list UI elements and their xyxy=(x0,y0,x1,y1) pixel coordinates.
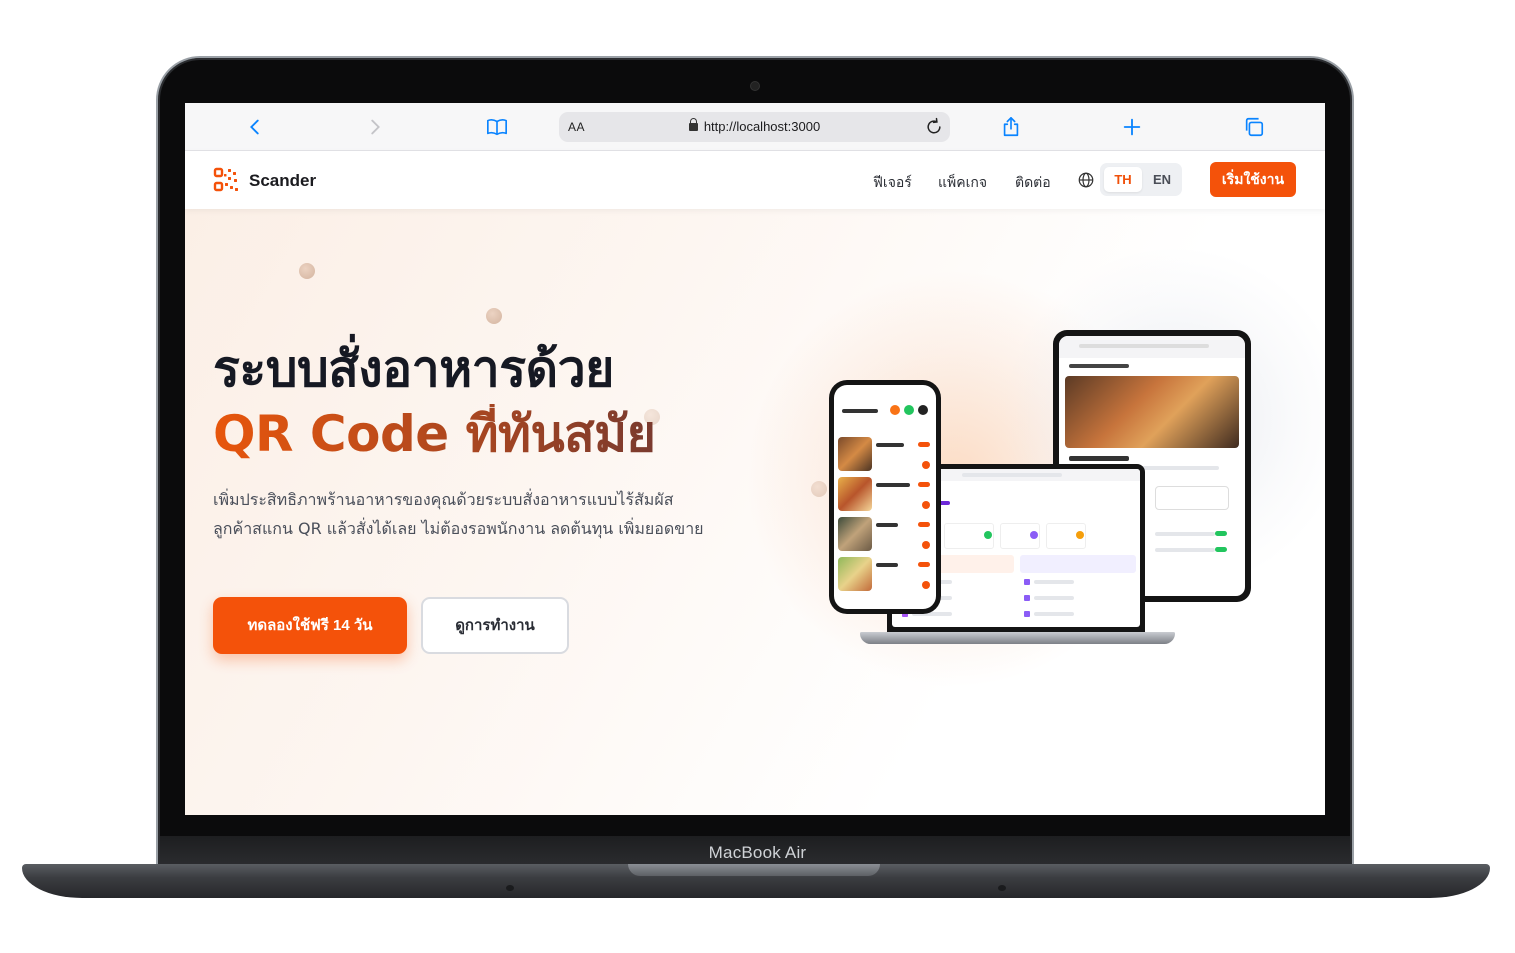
camera-icon xyxy=(751,82,759,90)
globe-icon xyxy=(1078,172,1094,188)
hero-title-line2: QR Code ที่ทันสมัย xyxy=(213,405,656,463)
get-started-button[interactable]: เริ่มใช้งาน xyxy=(1210,162,1296,197)
lang-en-button[interactable]: EN xyxy=(1146,167,1178,192)
new-tab-icon[interactable] xyxy=(1120,115,1144,139)
back-icon[interactable] xyxy=(243,115,267,139)
laptop-notch xyxy=(628,864,880,876)
bookmarks-icon[interactable] xyxy=(485,115,509,139)
free-trial-button[interactable]: ทดลองใช้ฟรี 14 วัน xyxy=(213,597,407,654)
decor-dot xyxy=(299,263,315,279)
nav-link-contact[interactable]: ติดต่อ xyxy=(1015,172,1051,194)
lang-th-button[interactable]: TH xyxy=(1104,167,1142,192)
url-text: http://localhost:3000 xyxy=(703,119,821,134)
nav-link-features[interactable]: ฟีเจอร์ xyxy=(873,172,912,194)
language-switcher: TH EN xyxy=(1100,163,1182,196)
address-bar[interactable]: AA http://localhost:3000 xyxy=(559,112,950,142)
devices-mockup-image xyxy=(825,324,1255,654)
site-header: Scander ฟีเจอร์ แพ็คเกจ ติดต่อ TH EN เริ… xyxy=(185,151,1325,209)
tabs-overview-icon[interactable] xyxy=(1242,115,1266,139)
laptop-mockup-base xyxy=(860,632,1175,644)
device-label: MacBook Air xyxy=(708,843,807,862)
nav-link-packages[interactable]: แพ็คเกจ xyxy=(938,172,987,194)
forward-icon[interactable] xyxy=(363,115,387,139)
hero-title-line1: ระบบสั่งอาหารด้วย xyxy=(213,340,614,398)
reload-icon[interactable] xyxy=(924,117,944,137)
browser-toolbar: AA http://localhost:3000 xyxy=(185,103,1325,151)
share-icon[interactable] xyxy=(999,115,1023,139)
phone-mockup xyxy=(829,380,941,614)
hero-description: เพิ่มประสิทธิภาพร้านอาหารของคุณด้วยระบบส… xyxy=(213,490,704,538)
qr-logo-icon xyxy=(213,167,238,192)
screen: AA http://localhost:3000 Scander ฟีเจอร์… xyxy=(185,103,1325,815)
decor-dot xyxy=(486,308,502,324)
lock-icon xyxy=(688,118,698,131)
laptop-foot xyxy=(998,885,1006,891)
url-display: http://localhost:3000 xyxy=(559,118,950,134)
laptop-foot xyxy=(506,885,514,891)
see-how-it-works-button[interactable]: ดูการทำงาน xyxy=(421,597,569,654)
hero-section: ระบบสั่งอาหารด้วย QR Code ที่ทันสมัย เพิ… xyxy=(185,209,1325,815)
brand-name[interactable]: Scander xyxy=(249,171,316,191)
